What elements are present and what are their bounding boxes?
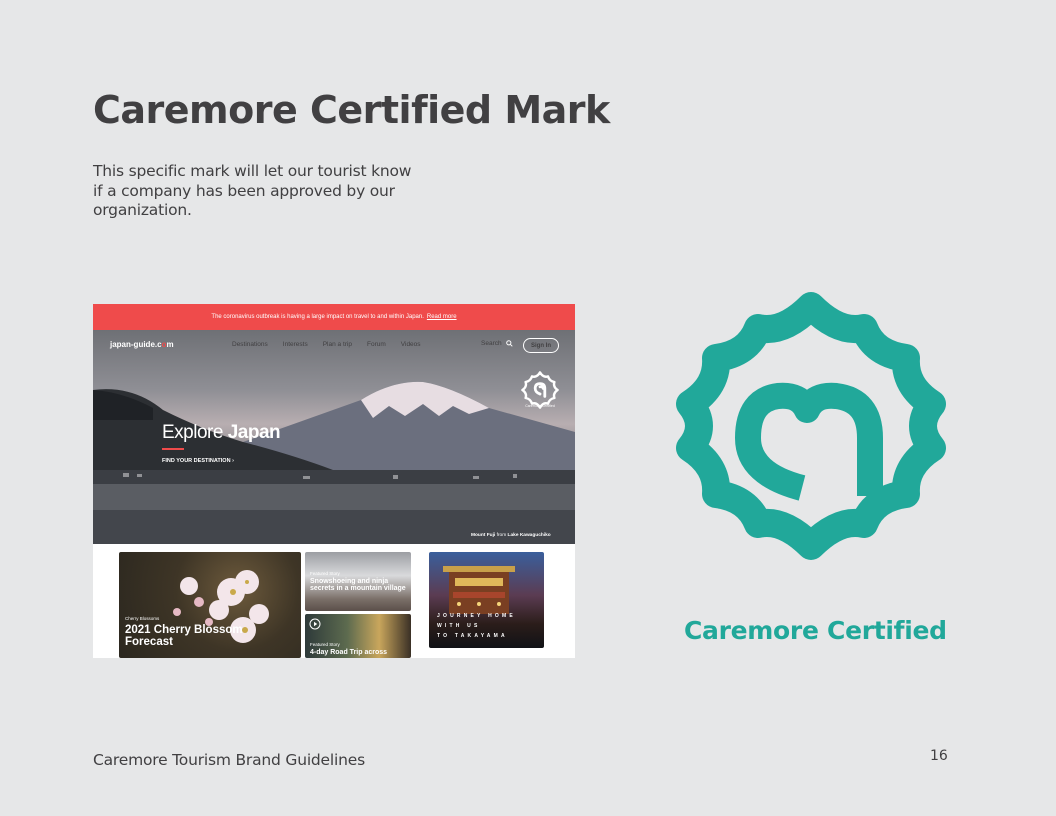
mark-label: Caremore Certified — [684, 616, 947, 645]
signin-button: Sign In — [523, 338, 559, 353]
card-title: Snowshoeing and ninja secrets in a mount… — [310, 578, 406, 593]
hero-image: japan-guide.com Destinations Interests P… — [93, 330, 575, 544]
site-logo: japan-guide.com — [110, 340, 174, 349]
website-screenshot: The coronavirus outbreak is having a lar… — [93, 304, 575, 658]
alert-text: The coronavirus outbreak is having a lar… — [211, 314, 424, 320]
nav-item-destinations: Destinations — [232, 341, 268, 348]
page-title: Caremore Certified Mark — [93, 88, 610, 132]
footer-title: Caremore Tourism Brand Guidelines — [93, 751, 365, 769]
card-journey-takayama: JOURNEY HOME WITH US TO TAKAYAMA — [429, 552, 544, 648]
search-label: Search — [481, 340, 502, 347]
intro-paragraph: This specific mark will let our tourist … — [93, 162, 412, 219]
card-title: 4-day Road Trip across — [310, 649, 388, 656]
hero-underline — [162, 448, 184, 450]
alert-bar: The coronavirus outbreak is having a lar… — [93, 304, 575, 330]
card-tag: Featured Story — [310, 642, 340, 647]
card-title: 2021 Cherry Blossom Forecast — [125, 624, 243, 649]
card-road-trip: Featured Story 4-day Road Trip across — [305, 614, 411, 658]
site-search: Search — [481, 340, 513, 347]
card-snowshoeing: Featured Story Snowshoeing and ninja sec… — [305, 552, 411, 611]
card-tag: Featured Story — [310, 571, 340, 576]
site-nav: Destinations Interests Plan a trip Forum… — [232, 341, 421, 348]
nav-item-forum: Forum — [367, 341, 386, 348]
page-number: 16 — [930, 748, 948, 764]
caremore-certified-mark-icon — [676, 292, 946, 560]
nav-item-interests: Interests — [282, 341, 308, 348]
photo-credit: Mount Fuji from Lake Kawaguchiko — [471, 533, 551, 538]
journey-line-2: WITH US — [437, 623, 481, 629]
search-icon — [505, 340, 513, 347]
nav-item-plan-a-trip: Plan a trip — [322, 341, 352, 348]
badge-caption: Caremore Certified — [525, 404, 555, 408]
journey-line-3: TO TAKAYAMA — [437, 633, 508, 639]
alert-read-more-link: Read more — [426, 314, 457, 320]
chevron-right-icon: › — [232, 458, 234, 464]
find-destination-link: FIND YOUR DESTINATION › — [162, 458, 234, 464]
play-icon — [309, 618, 321, 630]
nav-item-videos: Videos — [400, 341, 421, 348]
card-tag: Cherry Blossoms — [125, 616, 160, 621]
journey-line-1: JOURNEY HOME — [437, 613, 516, 619]
hero-title: Explore Japan — [162, 422, 281, 443]
card-cherry-blossom: Cherry Blossoms 2021 Cherry Blossom Fore… — [119, 552, 301, 658]
